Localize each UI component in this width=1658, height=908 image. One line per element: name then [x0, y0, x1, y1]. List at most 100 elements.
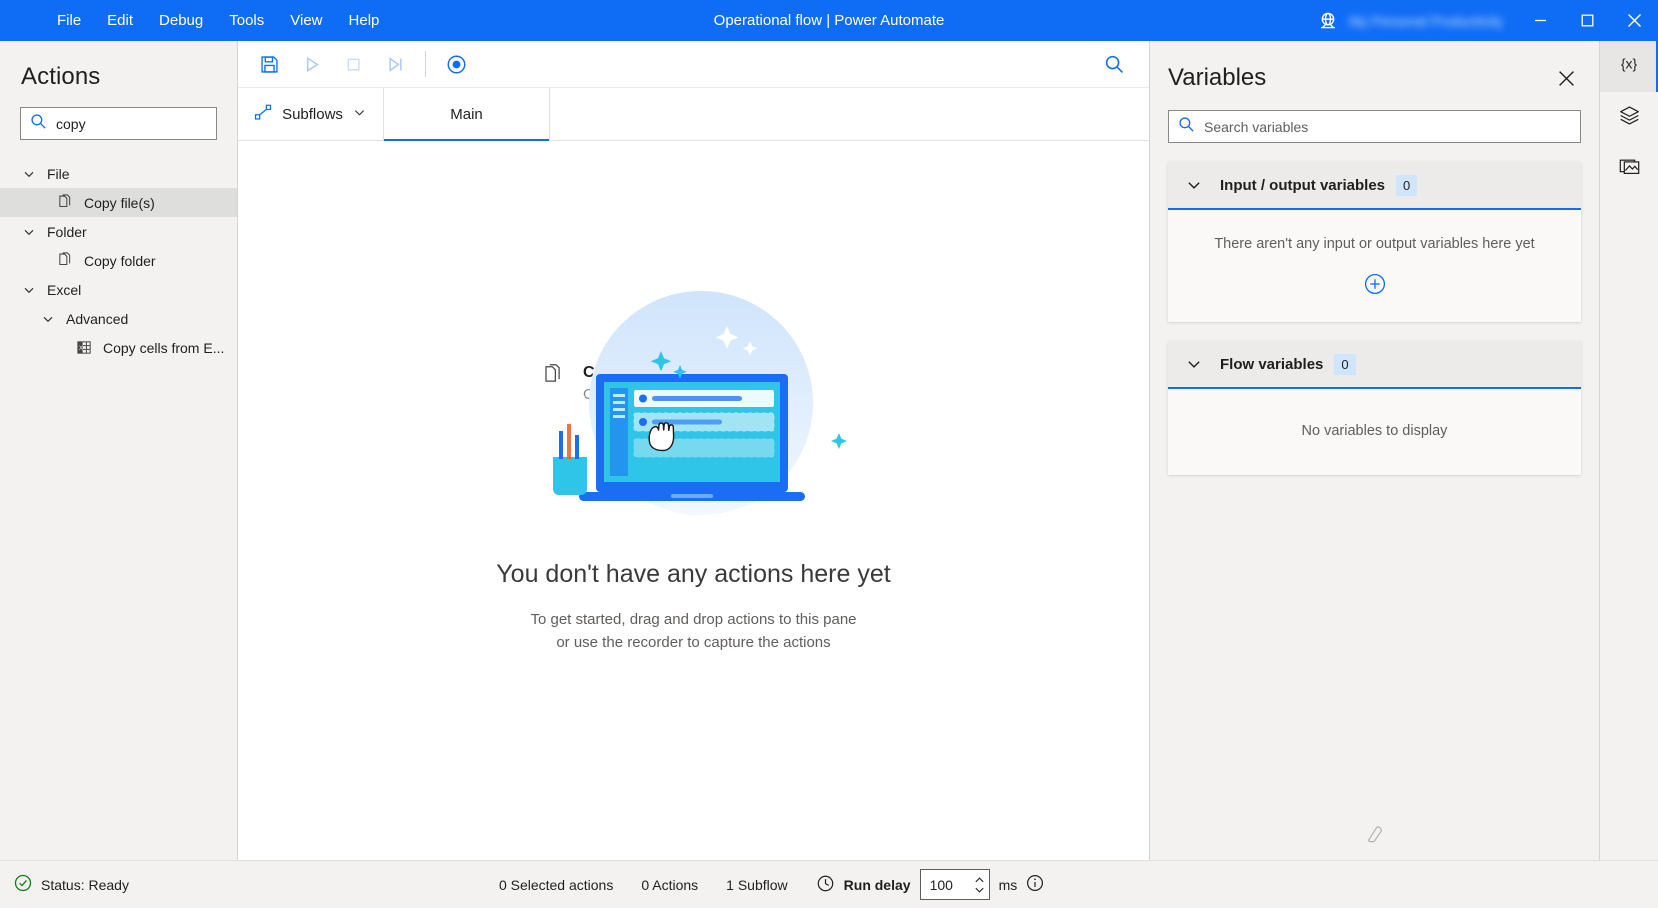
input-output-variables-body: There aren't any input or output variabl… — [1168, 210, 1581, 322]
globe-icon — [1317, 10, 1339, 32]
save-button[interactable] — [250, 47, 288, 81]
empty-state-illustration — [521, 291, 866, 534]
run-delay-input[interactable] — [921, 877, 967, 893]
excel-icon: X — [76, 339, 93, 356]
tabbar-empty-area — [550, 88, 1149, 140]
menu-view[interactable]: View — [277, 6, 335, 36]
add-variable-button[interactable] — [1363, 272, 1387, 296]
rail-images-button[interactable] — [1600, 143, 1658, 194]
run-delay-control: Run delay ms — [816, 869, 1045, 900]
flow-variables-body: No variables to display — [1168, 389, 1581, 475]
actions-search-input[interactable] — [47, 116, 241, 132]
tree-item-label: Copy cells from E... — [103, 340, 224, 356]
rail-ui-elements-button[interactable] — [1600, 92, 1658, 143]
flow-designer: Subflows Main — [238, 41, 1149, 860]
rail-variables-button[interactable]: {x} — [1600, 41, 1658, 92]
tree-item-copy-cells-from-excel[interactable]: X Copy cells from E... — [0, 333, 237, 362]
menu-edit[interactable]: Edit — [94, 6, 146, 36]
run-next-action-button[interactable] — [376, 47, 414, 81]
empty-state-description: To get started, drag and drop actions to… — [530, 608, 856, 654]
actions-heading: Actions — [0, 41, 237, 91]
eraser-icon[interactable] — [1150, 824, 1599, 846]
selected-actions-count: 0 Selected actions — [499, 877, 613, 893]
input-output-variables-count: 0 — [1396, 175, 1417, 196]
tree-group-folder[interactable]: Folder — [0, 217, 237, 246]
input-output-variables-card: Input / output variables 0 There aren't … — [1168, 162, 1581, 322]
tree-item-copy-files[interactable]: Copy file(s) — [0, 188, 237, 217]
run-delay-unit: ms — [999, 877, 1018, 893]
subflows-label: Subflows — [282, 106, 343, 123]
tab-main[interactable]: Main — [384, 88, 550, 140]
chevron-down-icon — [21, 282, 37, 298]
input-output-variables-header[interactable]: Input / output variables 0 — [1168, 162, 1581, 210]
variables-panel: Variables Input / — [1149, 41, 1599, 860]
stop-button[interactable] — [334, 47, 372, 81]
tree-item-copy-folder[interactable]: Copy folder — [0, 246, 237, 275]
right-icon-rail: {x} — [1599, 41, 1658, 860]
subflows-count: 1 Subflow — [726, 877, 787, 893]
input-output-variables-title: Input / output variables — [1220, 177, 1385, 194]
variables-icon: {x} — [1616, 53, 1642, 80]
environment-selector[interactable]: My Personal Productivity — [1317, 10, 1503, 32]
menu-debug[interactable]: Debug — [146, 6, 216, 36]
spinner-down-icon[interactable] — [974, 886, 985, 894]
variables-search-box[interactable] — [1168, 110, 1581, 143]
chevron-down-icon — [1185, 355, 1203, 373]
recorder-button[interactable] — [437, 47, 475, 81]
status-counters: 0 Selected actions 0 Actions 1 Subflow — [499, 877, 788, 893]
chevron-down-icon — [40, 311, 56, 327]
menu-bar: File Edit Debug Tools View Help — [44, 6, 392, 36]
toolbar-separator — [425, 51, 426, 77]
variables-close-button[interactable] — [1551, 63, 1581, 93]
actions-panel: Actions File — [0, 41, 238, 860]
copy-folder-icon — [57, 252, 74, 269]
input-output-empty-message: There aren't any input or output variabl… — [1214, 236, 1534, 252]
status-text: Status: Ready — [41, 877, 129, 893]
subflows-dropdown[interactable]: Subflows — [238, 88, 384, 140]
layers-icon — [1618, 104, 1641, 132]
run-delay-spinner[interactable] — [920, 869, 990, 900]
title-bar-right: My Personal Productivity — [1317, 0, 1658, 41]
actions-search-box[interactable] — [20, 107, 217, 140]
flow-canvas[interactable]: Copy file(s) Copy file(s) — [238, 141, 1149, 860]
empty-state-line2: or use the recorder to capture the actio… — [530, 631, 856, 654]
clock-icon — [816, 874, 835, 896]
svg-text:{x}: {x} — [1621, 56, 1638, 72]
tree-group-excel[interactable]: Excel — [0, 275, 237, 304]
app-body: Actions File — [0, 41, 1658, 860]
designer-toolbar — [238, 41, 1149, 88]
flow-tabbar: Subflows Main — [238, 88, 1149, 141]
chevron-down-icon — [21, 224, 37, 240]
variables-heading: Variables — [1168, 64, 1266, 92]
tree-group-label: Folder — [47, 224, 87, 240]
subflow-icon — [254, 103, 273, 126]
search-icon — [30, 113, 47, 135]
actions-tree: File Copy file(s) Folder — [0, 159, 237, 860]
info-icon[interactable] — [1026, 874, 1044, 895]
tree-group-label: Excel — [47, 282, 81, 298]
search-icon — [1178, 116, 1195, 138]
chevron-down-icon — [1185, 176, 1203, 194]
chevron-down-icon — [21, 166, 37, 182]
close-button[interactable] — [1611, 0, 1658, 41]
status-check-icon — [14, 874, 32, 895]
menu-help[interactable]: Help — [336, 6, 393, 36]
tree-group-advanced[interactable]: Advanced — [0, 304, 237, 333]
status-bar: Status: Ready 0 Selected actions 0 Actio… — [0, 860, 1658, 908]
tree-group-file[interactable]: File — [0, 159, 237, 188]
variables-search-input[interactable] — [1195, 119, 1580, 135]
spinner-up-icon[interactable] — [974, 876, 985, 884]
designer-search-button[interactable] — [1095, 47, 1133, 81]
minimize-button[interactable] — [1517, 0, 1564, 41]
menu-tools[interactable]: Tools — [216, 6, 277, 36]
power-automate-window: File Edit Debug Tools View Help Operatio… — [0, 0, 1658, 908]
flow-variables-header[interactable]: Flow variables 0 — [1168, 341, 1581, 389]
copy-file-icon — [57, 194, 74, 211]
flow-variables-count: 0 — [1334, 354, 1355, 375]
menu-file[interactable]: File — [44, 6, 94, 36]
tab-main-label: Main — [450, 106, 483, 123]
run-button[interactable] — [292, 47, 330, 81]
maximize-button[interactable] — [1564, 0, 1611, 41]
actions-count: 0 Actions — [641, 877, 698, 893]
svg-text:X: X — [79, 345, 83, 352]
